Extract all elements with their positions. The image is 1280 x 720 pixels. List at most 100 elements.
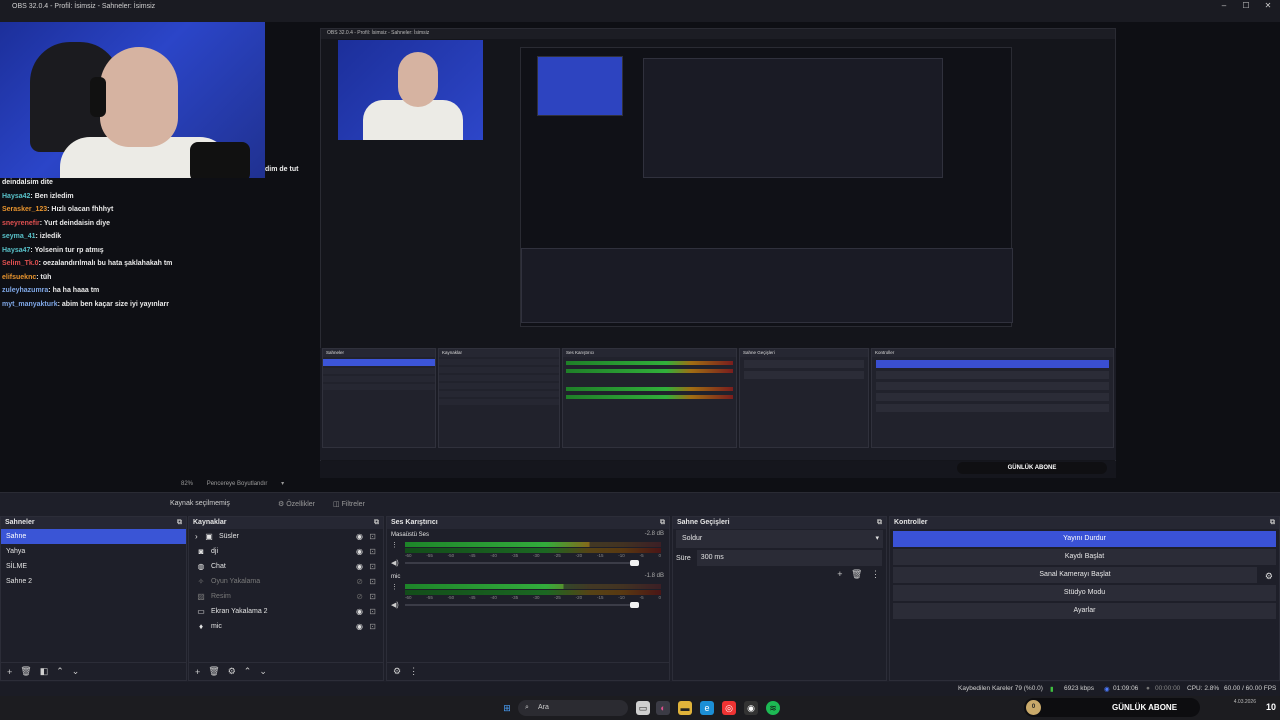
dock-menu-icon[interactable]: ⧉ — [177, 517, 182, 529]
add-icon[interactable]: + — [7, 667, 12, 677]
close-button[interactable]: ✕ — [1256, 0, 1280, 12]
stop-stream-button[interactable]: Yayını Durdur — [893, 531, 1276, 547]
add-icon[interactable]: + — [195, 667, 200, 677]
source-item[interactable]: ♦ mic ◉ ⊡ — [189, 619, 383, 634]
edge-icon[interactable]: e — [700, 701, 714, 715]
add-icon[interactable]: + — [837, 569, 842, 579]
properties-button[interactable]: ⚙ Özellikler — [278, 500, 315, 508]
move-up-icon[interactable]: ⌃ — [244, 666, 252, 677]
channel-db: -2.8 dB — [644, 531, 664, 537]
mixer-channel: Masaüstü Ses -2.8 dB ⋮ -60 -55 -50 -45 -40 -35 -3… — [387, 529, 669, 571]
meter-scale: -60 -55 -50 -45 -40 -35 -30 -25 -20 -15 -10 -5 0 — [405, 595, 661, 601]
controls-header: Kontroller ⧉ — [890, 517, 1279, 529]
volume-slider[interactable] — [405, 560, 639, 566]
mixer-toolbar: ⚙ ⋮ — [387, 662, 669, 680]
source-item[interactable]: › ▣ Süsler ◉ ⊡ — [189, 529, 383, 544]
lock-icon[interactable]: ⊡ — [369, 604, 376, 619]
move-down-icon[interactable]: ⌄ — [72, 666, 80, 677]
transitions-title: Sahne Geçişleri — [677, 519, 730, 526]
source-item[interactable]: ▭ Ekran Yakalama 2 ◉ ⊡ — [189, 604, 383, 619]
source-name: Chat — [211, 563, 226, 570]
eye-off-icon[interactable]: ⊘ — [356, 574, 363, 589]
level-meter — [405, 584, 661, 589]
chat-text: : ha ha haaa tm — [48, 287, 100, 294]
channel-menu-icon[interactable]: ⋮ — [391, 583, 398, 591]
volume-knob[interactable] — [630, 560, 639, 566]
spotify-icon[interactable]: ≋ — [766, 701, 780, 715]
move-down-icon[interactable]: ⌄ — [259, 666, 267, 677]
source-item[interactable]: ▨ Resim ⊘ ⊡ — [189, 589, 383, 604]
lock-icon[interactable]: ⊡ — [369, 589, 376, 604]
scene-item[interactable]: Yahya — [1, 544, 186, 559]
dock-menu-icon[interactable]: ⧉ — [1270, 517, 1275, 529]
chrome-icon[interactable]: ◎ — [722, 701, 736, 715]
start-virtualcam-button[interactable]: Sanal Kamerayı Başlat — [893, 567, 1257, 583]
virtualcam-settings-icon[interactable]: ⚙ — [1265, 571, 1273, 582]
lock-icon[interactable]: ⊡ — [369, 529, 376, 544]
dock-menu-icon[interactable]: ⧉ — [877, 517, 882, 529]
scene-item[interactable]: Sahne 2 — [1, 574, 186, 589]
eye-icon[interactable]: ◉ — [356, 604, 363, 619]
mixer-settings-icon[interactable]: ⚙ — [393, 666, 401, 677]
gear-icon[interactable]: ⚙ — [228, 666, 236, 677]
trash-icon[interactable]: 🗑 — [208, 666, 219, 677]
maximize-button[interactable]: ☐ — [1234, 0, 1258, 12]
filters-button[interactable]: ◫ Filtreler — [333, 500, 365, 508]
eye-icon[interactable]: ◉ — [356, 559, 363, 574]
folder-icon[interactable]: ▬ — [678, 701, 692, 715]
zoom-fit-select[interactable]: Pencereye Boyutlandır — [207, 481, 268, 487]
trash-icon[interactable]: 🗑 — [20, 666, 31, 677]
dock-menu-icon[interactable]: ⧉ — [374, 517, 379, 529]
expand-icon[interactable]: › — [195, 529, 203, 544]
speaker-icon[interactable]: ◀) — [391, 559, 399, 567]
lock-icon[interactable]: ⊡ — [369, 619, 376, 634]
move-up-icon[interactable]: ⌃ — [56, 666, 64, 677]
chat-username: Haysa42 — [2, 192, 31, 200]
eye-icon[interactable]: ◉ — [356, 544, 363, 559]
filter-icon[interactable]: ◧ — [40, 666, 49, 677]
nested-docks: Sahneler Kaynaklar Ses Karıştırıcı Sahne… — [320, 348, 1116, 460]
start-recording-button[interactable]: Kaydı Başlat — [893, 549, 1276, 565]
scene-item[interactable]: SİLME — [1, 559, 186, 574]
speaker-icon[interactable]: ◀) — [391, 601, 399, 609]
volume-knob[interactable] — [630, 602, 639, 608]
channel-menu-icon[interactable]: ⋮ — [391, 541, 398, 549]
more-icon[interactable]: ⋮ — [871, 569, 880, 579]
source-item[interactable]: ◙ dji ◉ ⊡ — [189, 544, 383, 559]
settings-button[interactable]: Ayarlar — [893, 603, 1276, 619]
zoom-level[interactable]: 82% — [181, 481, 193, 487]
transition-select[interactable]: Soldur ▾ — [676, 530, 883, 548]
chevron-down-icon[interactable]: ▾ — [281, 481, 284, 487]
lock-icon[interactable]: ⊡ — [369, 544, 376, 559]
volume-slider[interactable] — [405, 602, 639, 608]
taskbar-search[interactable]: ⌕ Ara — [518, 700, 628, 716]
source-name: Süsler — [219, 533, 239, 540]
minimize-button[interactable]: – — [1212, 0, 1236, 12]
start-icon[interactable]: ⊞ — [500, 701, 514, 715]
obs-icon[interactable]: ◉ — [744, 701, 758, 715]
duration-input[interactable]: 300 ms — [696, 550, 882, 566]
lock-icon[interactable]: ⊡ — [369, 559, 376, 574]
copilot-icon[interactable]: ◐ — [656, 701, 670, 715]
taskview-icon[interactable]: ▭ — [636, 701, 650, 715]
more-icon[interactable]: ⋮ — [409, 666, 418, 677]
eye-off-icon[interactable]: ⊘ — [356, 589, 363, 604]
chat-username: zuleyhazumra — [2, 287, 49, 294]
sources-header: Kaynaklar ⧉ — [189, 517, 383, 529]
trash-icon[interactable]: 🗑 — [851, 569, 862, 579]
sub-goal-badge: 0 GÜNLÜK ABONE — [1024, 698, 1200, 717]
eye-icon[interactable]: ◉ — [356, 529, 363, 544]
source-item[interactable]: ◍ Chat ◉ ⊡ — [189, 559, 383, 574]
dock-menu-icon[interactable]: ⧉ — [660, 517, 665, 529]
lock-icon[interactable]: ⊡ — [369, 574, 376, 589]
notification-badge[interactable]: 10 — [1262, 698, 1280, 716]
level-meter — [405, 548, 661, 553]
eye-icon[interactable]: ◉ — [356, 619, 363, 634]
studio-mode-button[interactable]: Stüdyo Modu — [893, 585, 1276, 601]
transitions-header: Sahne Geçişleri ⧉ — [673, 517, 886, 529]
source-item[interactable]: ✧ Oyun Yakalama ⊘ ⊡ — [189, 574, 383, 589]
monitor-icon: ▭ — [197, 607, 205, 616]
scene-list: Sahne Yahya SİLME Sahne 2 — [1, 529, 186, 589]
chat-text: : Hızlı olacan fhhhyt — [47, 206, 114, 213]
scene-item[interactable]: Sahne — [1, 529, 186, 544]
